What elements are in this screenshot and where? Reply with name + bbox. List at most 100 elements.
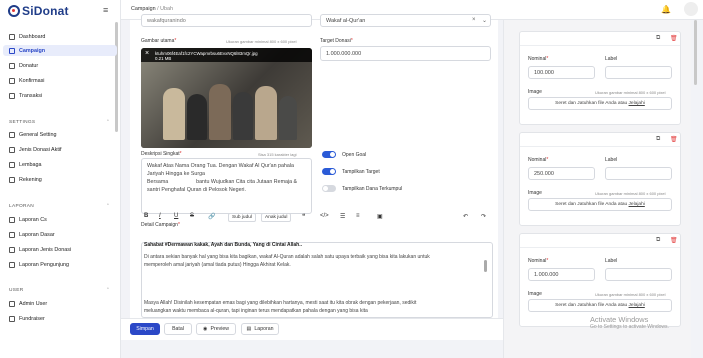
sidebar-item-laporan-cs[interactable]: Laporan Cs — [3, 214, 117, 225]
sidebar-item-konfirmasi[interactable]: Konfirmasi — [3, 75, 117, 86]
image-dropzone[interactable]: Seret dan Jatuhkan file Anda atau Jelaja… — [528, 198, 672, 211]
avatar[interactable] — [684, 2, 698, 16]
trash-icon[interactable]: 🗑 — [670, 136, 678, 143]
section-title: USER — [9, 288, 24, 293]
editor-scrollbar[interactable] — [484, 260, 487, 272]
sidebar-item-laporan-pengunjung[interactable]: Laporan Pengunjung — [3, 259, 117, 270]
remove-image-icon[interactable]: × — [145, 50, 149, 57]
breadcrumb-campaign[interactable]: Campaign — [131, 6, 156, 12]
browse-link[interactable]: Jelajahi — [629, 101, 645, 106]
sidebar-item-label: Lembaga — [19, 161, 42, 168]
target-label: Target Donasi* — [320, 38, 353, 44]
visitor-icon — [9, 261, 15, 268]
list-icon — [9, 146, 15, 153]
breadcrumb-current: Ubah — [160, 6, 173, 12]
subheading-button[interactable]: Sub judul — [228, 213, 257, 222]
bullet-list-icon[interactable]: ☰ — [340, 213, 345, 220]
label-label: Label — [605, 56, 618, 62]
nominal-input[interactable]: 100.000 — [528, 66, 595, 79]
italic-button[interactable]: I — [159, 213, 161, 219]
bell-icon[interactable]: 🔔 — [661, 5, 671, 14]
copy-icon[interactable]: ⧉ — [656, 35, 660, 42]
browse-link[interactable]: Jelajahi — [629, 202, 645, 207]
file-info: ktuhm06f4Eaf1fc2YCWapmrbsu6EvxNQ6l83mQr.… — [141, 48, 312, 62]
editor-heading: Sahabat #Dermawan kakak, Ayah dan Bunda,… — [144, 242, 303, 248]
sidebar-item-dashboard[interactable]: Dashboard — [3, 31, 117, 42]
copy-icon[interactable]: ⧉ — [656, 136, 660, 143]
nominal-input[interactable]: 250.000 — [528, 167, 595, 180]
label-input[interactable] — [605, 167, 672, 180]
sidebar-item-label: Laporan Dasar — [19, 231, 55, 238]
sidebar-item-laporan-jenis-donasi[interactable]: Laporan Jenis Donasi — [3, 244, 117, 255]
target-input[interactable]: 1.000.000.000 — [320, 46, 491, 61]
label-input[interactable] — [605, 268, 672, 281]
sidebar-collapse-icon[interactable]: ≡ — [103, 5, 108, 15]
redo-icon[interactable]: ↷ — [481, 213, 486, 220]
trash-icon[interactable]: 🗑 — [670, 35, 678, 42]
card-header: ⧉ 🗑 — [520, 133, 680, 147]
card-icon — [9, 92, 15, 99]
photo-figure — [279, 96, 297, 140]
logo[interactable]: SiDonat — [8, 4, 69, 18]
sidebar-section-laporan[interactable]: LAPORAN ˆ — [9, 204, 109, 209]
image-dropzone[interactable]: Seret dan Jatuhkan file Anda atau Jelaja… — [528, 299, 672, 312]
main-image-preview[interactable]: ktuhm06f4Eaf1fc2YCWapmrbsu6EvxNQ6l83mQr.… — [141, 48, 312, 148]
report-button[interactable]: ▤ Laporan — [241, 323, 279, 335]
sidebar-item-donatur[interactable]: Donatur — [3, 60, 117, 71]
sidebar-item-lembaga[interactable]: Lembaga — [3, 159, 117, 170]
image-icon[interactable]: ▣ — [377, 213, 383, 220]
right-panel-scrollbar[interactable] — [694, 20, 697, 85]
preview-button[interactable]: ◉ Preview — [196, 323, 236, 335]
save-button[interactable]: Simpan — [130, 323, 160, 335]
sidebar-item-jenis-donasi[interactable]: Jenis Donasi Aktif — [3, 144, 117, 155]
sidebar-item-label: Fundraiser — [19, 315, 45, 322]
link-icon[interactable]: 🔗 — [208, 213, 215, 220]
nominal-input[interactable]: 1.000.000 — [528, 268, 595, 281]
sidebar-item-general-setting[interactable]: General Setting — [3, 129, 117, 140]
sidebar-item-rekening[interactable]: Rekening — [3, 174, 117, 185]
undo-icon[interactable]: ↶ — [463, 213, 468, 220]
browse-link[interactable]: Jelajahi — [629, 303, 645, 308]
strike-button[interactable]: S — [190, 213, 194, 219]
clear-icon[interactable]: × — [472, 17, 476, 23]
show-collected-toggle[interactable] — [322, 185, 336, 192]
underline-button[interactable]: U — [174, 213, 178, 219]
sidebar-item-label: Laporan Jenis Donasi — [19, 246, 72, 253]
sidebar-item-campaign[interactable]: Campaign — [3, 45, 117, 56]
quote-icon[interactable]: ❝ — [302, 213, 305, 220]
cancel-button[interactable]: Batal — [164, 323, 192, 335]
numbered-list-icon[interactable]: ≡ — [356, 213, 360, 219]
show-target-toggle[interactable] — [322, 168, 336, 175]
sidebar-section-user[interactable]: USER ˆ — [9, 288, 109, 293]
report-label: Laporan — [254, 326, 274, 332]
subsubheading-button[interactable]: Anak judul — [261, 213, 292, 222]
gambar-label-text: Gambar utama — [141, 38, 175, 44]
sidebar-item-transaksi[interactable]: Transaksi — [3, 90, 117, 101]
sidebar-item-fundraiser[interactable]: Fundraiser — [3, 313, 117, 324]
campaign-icon — [9, 47, 15, 54]
open-goal-toggle[interactable] — [322, 151, 336, 158]
dropzone-text: Seret dan Jatuhkan file Anda atau — [555, 101, 628, 106]
user-icon — [9, 300, 15, 307]
gear-icon — [9, 131, 15, 138]
slug-input[interactable]: wakafquranindo — [141, 14, 312, 27]
sidebar-section-settings[interactable]: SETTINGS ˆ — [9, 120, 109, 125]
sidebar-item-laporan-dasar[interactable]: Laporan Dasar — [3, 229, 117, 240]
sidebar-item-label: Admin User — [19, 300, 48, 307]
code-icon[interactable]: </> — [320, 213, 329, 219]
sidebar-item-label: Konfirmasi — [19, 77, 45, 84]
label-input[interactable] — [605, 66, 672, 79]
preview-label: Preview — [210, 326, 229, 332]
sidebar: SiDonat ≡ Dashboard Campaign Donatur Kon… — [0, 0, 121, 358]
windows-watermark-title: Activate Windows — [590, 315, 649, 324]
chevron-down-icon[interactable]: ⌄ — [482, 17, 487, 24]
sidebar-item-admin-user[interactable]: Admin User — [3, 298, 117, 309]
dropzone-text: Seret dan Jatuhkan file Anda atau — [555, 303, 628, 308]
image-dropzone[interactable]: Seret dan Jatuhkan file Anda atau Jelaja… — [528, 97, 672, 110]
deskripsi-textarea[interactable]: Wakaf Atas Nama Orang Tua. Dengan Wakaf … — [141, 158, 312, 214]
category-select[interactable]: Wakaf al-Qur'an — [320, 14, 491, 27]
trash-icon[interactable]: 🗑 — [670, 237, 678, 244]
card-header: ⧉ 🗑 — [520, 32, 680, 46]
copy-icon[interactable]: ⧉ — [656, 237, 660, 244]
bold-button[interactable]: B — [144, 213, 148, 219]
